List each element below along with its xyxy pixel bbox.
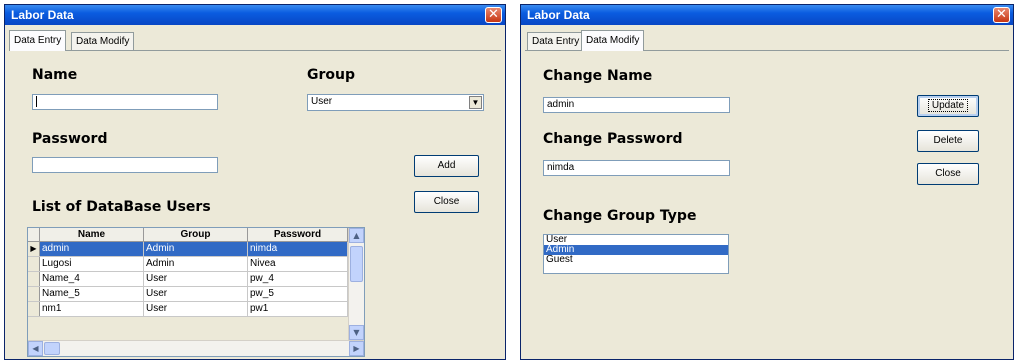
tab-data-entry[interactable]: Data Entry — [527, 32, 585, 50]
update-button[interactable]: Update — [917, 95, 979, 117]
table-row[interactable]: Lugosi Admin Nivea — [28, 257, 348, 272]
labor-data-window-entry: Labor Data ✕ Data Entry Data Modify Name… — [4, 4, 506, 360]
group-select-value: User — [311, 96, 333, 107]
row-header[interactable] — [28, 272, 40, 286]
table-row[interactable]: Name_4 User pw_4 — [28, 272, 348, 287]
cell-group[interactable]: User — [144, 302, 248, 316]
cell-password[interactable]: Nivea — [248, 257, 348, 271]
column-header-group[interactable]: Group — [144, 228, 248, 241]
list-heading: List of DataBase Users — [32, 199, 211, 215]
grid-header: Name Group Password — [28, 228, 348, 242]
cell-name[interactable]: Name_5 — [40, 287, 144, 301]
tab-data-modify[interactable]: Data Modify — [581, 30, 645, 51]
table-row[interactable]: Name_5 User pw_5 — [28, 287, 348, 302]
vertical-scrollbar[interactable]: ▲ ▼ — [348, 228, 364, 340]
scroll-down-icon[interactable]: ▼ — [349, 325, 364, 340]
tab-data-entry[interactable]: Data Entry — [9, 30, 67, 51]
group-label: Group — [307, 67, 356, 83]
cell-name[interactable]: admin — [40, 242, 144, 256]
name-input[interactable] — [32, 94, 218, 110]
scroll-up-icon[interactable]: ▲ — [349, 228, 364, 243]
row-header[interactable] — [28, 287, 40, 301]
update-button-label: Update — [927, 99, 969, 112]
password-input[interactable] — [32, 157, 218, 173]
change-group-label: Change Group Type — [543, 208, 697, 224]
add-button[interactable]: Add — [414, 155, 479, 177]
column-header-name[interactable]: Name — [40, 228, 144, 241]
group-select[interactable]: User ▼ — [307, 94, 484, 111]
cell-group[interactable]: User — [144, 287, 248, 301]
users-grid: Name Group Password ▶ admin Admin nimda … — [27, 227, 365, 357]
cell-password[interactable]: pw_4 — [248, 272, 348, 286]
cell-password[interactable]: pw1 — [248, 302, 348, 316]
cell-group[interactable]: Admin — [144, 242, 248, 256]
scroll-left-icon[interactable]: ◀ — [28, 341, 43, 356]
tab-data-modify[interactable]: Data Modify — [71, 32, 135, 50]
row-header-corner — [28, 228, 40, 241]
close-icon[interactable]: ✕ — [993, 7, 1010, 23]
cell-name[interactable]: Lugosi — [40, 257, 144, 271]
table-row[interactable]: ▶ admin Admin nimda — [28, 242, 348, 257]
window-title: Labor Data — [527, 8, 590, 22]
list-item[interactable]: Guest — [544, 255, 728, 265]
change-password-label: Change Password — [543, 131, 683, 147]
row-header[interactable] — [28, 302, 40, 316]
scroll-right-icon[interactable]: ▶ — [349, 341, 364, 356]
close-button[interactable]: Close — [917, 163, 979, 185]
column-header-password[interactable]: Password — [248, 228, 348, 241]
cell-name[interactable]: Name_4 — [40, 272, 144, 286]
cell-password[interactable]: pw_5 — [248, 287, 348, 301]
change-password-input[interactable]: nimda — [543, 160, 730, 176]
table-row[interactable]: nm1 User pw1 — [28, 302, 348, 317]
cell-password[interactable]: nimda — [248, 242, 348, 256]
horizontal-scroll-thumb[interactable] — [44, 342, 60, 355]
row-pointer-icon: ▶ — [28, 242, 40, 256]
password-label: Password — [32, 131, 108, 147]
text-caret — [36, 96, 37, 107]
chevron-down-icon[interactable]: ▼ — [469, 96, 482, 109]
change-name-label: Change Name — [543, 68, 653, 84]
name-label: Name — [32, 67, 78, 83]
close-button[interactable]: Close — [414, 191, 479, 213]
close-icon[interactable]: ✕ — [485, 7, 502, 23]
cell-name[interactable]: nm1 — [40, 302, 144, 316]
window-title: Labor Data — [11, 8, 74, 22]
cell-group[interactable]: User — [144, 272, 248, 286]
delete-button[interactable]: Delete — [917, 130, 979, 152]
group-type-listbox[interactable]: User Admin Guest — [543, 234, 729, 274]
title-bar[interactable]: Labor Data ✕ — [521, 5, 1013, 25]
labor-data-window-modify: Labor Data ✕ Data Entry Data Modify Chan… — [520, 4, 1014, 360]
title-bar[interactable]: Labor Data ✕ — [5, 5, 505, 25]
horizontal-scrollbar[interactable]: ◀ ▶ — [28, 340, 364, 356]
grid-rows: ▶ admin Admin nimda Lugosi Admin Nivea N… — [28, 242, 348, 317]
cell-group[interactable]: Admin — [144, 257, 248, 271]
vertical-scroll-thumb[interactable] — [350, 246, 363, 282]
change-name-input[interactable]: admin — [543, 97, 730, 113]
row-header[interactable] — [28, 257, 40, 271]
